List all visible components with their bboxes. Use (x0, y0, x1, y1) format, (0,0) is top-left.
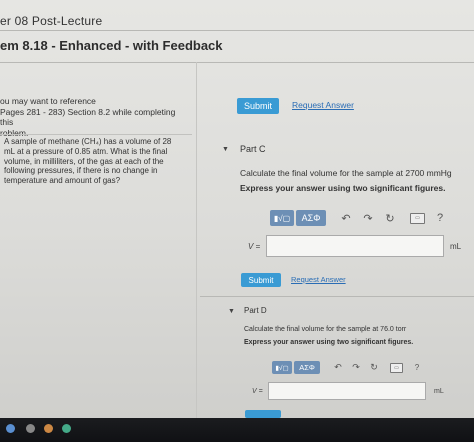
app-icon[interactable] (44, 424, 53, 433)
assignment-page: er 08 Post-Lecture em 8.18 - Enhanced - … (0, 0, 474, 418)
answer-variable-label: V = (252, 387, 263, 395)
problem-title: em 8.18 - Enhanced - with Feedback (0, 38, 223, 53)
start-icon[interactable] (6, 424, 15, 433)
header-divider (0, 30, 474, 31)
reference-note: ou may want to reference Pages 281 - 283… (0, 96, 190, 138)
title-divider (0, 62, 474, 63)
part-b-submit-button[interactable]: Submit (237, 98, 279, 114)
part-c-math-toolbar: ▮√▢ ΑΣΦ ↶ ↷ ↻ ▭ ? (270, 210, 447, 226)
caret-down-icon[interactable]: ▼ (228, 308, 235, 315)
help-icon[interactable]: ? (433, 210, 447, 226)
os-taskbar (0, 418, 474, 442)
reference-line: Pages 281 - 283) Section 8.2 while compl… (0, 106, 176, 128)
reset-icon[interactable]: ↻ (380, 210, 400, 226)
part-c-answer-row: V = mL (248, 235, 461, 257)
part-d-math-toolbar: ▮√▢ ΑΣΦ ↶ ↷ ↻ ▭ ? (272, 361, 423, 374)
problem-line: temperature and amount of gas? (4, 176, 121, 186)
part-d-answer-row: V = mL (252, 382, 444, 400)
greek-symbols-button[interactable]: ΑΣΦ (296, 210, 326, 226)
part-d-answer-input[interactable] (268, 382, 426, 400)
column-divider (196, 62, 197, 418)
app-icon[interactable] (26, 424, 35, 433)
problem-line: following pressures, if there is no chan… (4, 166, 158, 176)
templates-icon[interactable]: ▮√▢ (270, 210, 294, 226)
templates-icon[interactable]: ▮√▢ (272, 361, 292, 374)
part-b-request-answer-link[interactable]: Request Answer (292, 100, 354, 110)
help-icon[interactable]: ? (411, 361, 423, 374)
part-d-submit-button[interactable] (245, 410, 281, 418)
part-d-label[interactable]: Part D (244, 306, 267, 315)
reset-icon[interactable]: ↻ (366, 361, 382, 374)
answer-variable-label: V = (248, 241, 261, 251)
part-c-answer-input[interactable] (266, 235, 444, 257)
part-d-prompt: Calculate the final volume for the sampl… (244, 326, 407, 333)
part-c-label[interactable]: Part C (240, 144, 266, 154)
answer-unit: mL (434, 387, 444, 395)
chapter-heading: er 08 Post-Lecture (0, 14, 103, 28)
problem-statement: A sample of methane (CH₄) has a volume o… (4, 137, 174, 186)
problem-line: mL at a pressure of 0.85 atm. What is th… (4, 146, 168, 156)
redo-icon[interactable]: ↷ (358, 210, 378, 226)
part-c-request-answer-link[interactable]: Request Answer (291, 275, 346, 284)
problem-line: volume, in milliliters, of the gas at ea… (4, 156, 164, 166)
answer-unit: mL (450, 241, 462, 251)
undo-icon[interactable]: ↶ (330, 361, 346, 374)
part-c-submit-button[interactable]: Submit (241, 273, 281, 287)
part-d-instruction: Express your answer using two significan… (244, 339, 414, 346)
part-c-instruction: Express your answer using two significan… (240, 183, 446, 193)
undo-icon[interactable]: ↶ (336, 210, 356, 226)
problem-line: A sample of methane (CH₄) has a volume o… (4, 137, 172, 146)
greek-symbols-button[interactable]: ΑΣΦ (294, 361, 320, 374)
reference-divider (0, 134, 192, 135)
keyboard-icon[interactable]: ▭ (410, 212, 425, 224)
browser-icon[interactable] (62, 424, 71, 433)
caret-down-icon[interactable]: ▼ (222, 146, 229, 153)
part-divider (200, 296, 474, 297)
keyboard-icon[interactable]: ▭ (390, 362, 403, 373)
part-c-prompt: Calculate the final volume for the sampl… (240, 168, 452, 178)
redo-icon[interactable]: ↷ (348, 361, 364, 374)
reference-line: ou may want to reference (0, 96, 96, 106)
